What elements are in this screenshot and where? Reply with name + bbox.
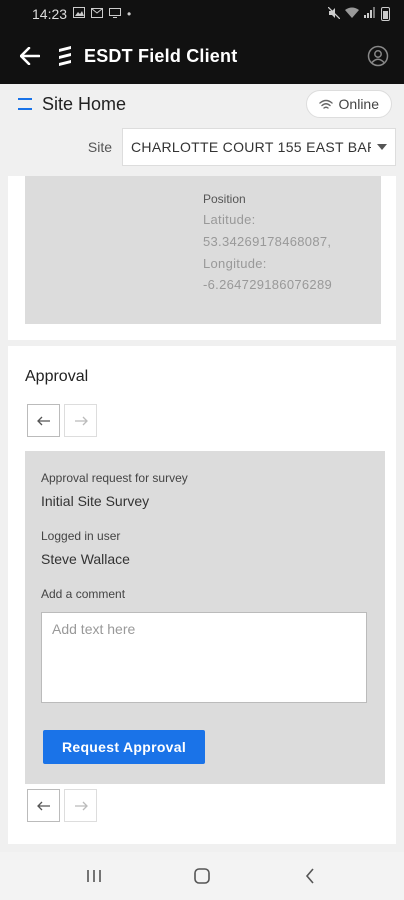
system-navigation-bar <box>0 852 404 900</box>
site-info-card: Position Latitude: 53.34269178468087, Lo… <box>8 176 396 340</box>
back-arrow-icon <box>20 47 40 65</box>
arrow-right-icon <box>74 801 88 810</box>
request-label: Approval request for survey <box>41 471 188 485</box>
site-dropdown[interactable]: CHARLOTTE COURT 155 EAST BAR... <box>122 128 396 166</box>
image-notification-icon <box>73 7 86 21</box>
bottom-pager <box>27 789 97 822</box>
screen-notification-icon <box>109 7 122 21</box>
system-back-button[interactable] <box>290 856 330 896</box>
status-bar: 14:23 • <box>0 0 404 28</box>
position-heading: Position <box>203 192 246 206</box>
top-pager <box>27 404 97 437</box>
online-label: Online <box>338 96 379 112</box>
recent-apps-button[interactable] <box>74 856 114 896</box>
request-approval-button[interactable]: Request Approval <box>43 730 205 764</box>
site-dropdown-value: CHARLOTTE COURT 155 EAST BAR... <box>131 139 371 155</box>
page-title: Site Home <box>42 93 127 114</box>
next-button[interactable] <box>64 404 97 437</box>
profile-button[interactable] <box>364 42 392 70</box>
signal-icon <box>364 7 376 21</box>
position-panel: Position Latitude: 53.34269178468087, Lo… <box>25 176 381 324</box>
approval-card: Approval Approval request for survey Ini… <box>8 346 396 844</box>
user-label: Logged in user <box>41 529 121 543</box>
request-value: Initial Site Survey <box>41 493 150 509</box>
arrow-left-icon <box>36 416 50 425</box>
site-label: Site <box>87 139 112 155</box>
menu-icon[interactable] <box>18 98 32 110</box>
latitude-label: Latitude: <box>203 212 256 227</box>
user-value: Steve Wallace <box>41 551 130 567</box>
mail-notification-icon <box>91 7 104 21</box>
recent-apps-icon <box>87 870 101 882</box>
notification-dot-icon: • <box>127 7 132 21</box>
page-header: Site Home Online <box>0 84 404 124</box>
comment-input[interactable] <box>41 612 367 703</box>
user-profile-icon <box>367 45 389 67</box>
ericsson-logo-icon <box>54 45 76 67</box>
previous-button-bottom[interactable] <box>27 789 60 822</box>
app-bar: ESDT Field Client <box>0 28 404 84</box>
longitude-value: -6.264729186076289 <box>203 277 333 292</box>
site-selector-row: Site CHARLOTTE COURT 155 EAST BAR... <box>0 128 404 166</box>
next-button-bottom[interactable] <box>64 789 97 822</box>
status-time: 14:23 <box>32 6 68 22</box>
arrow-left-icon <box>36 801 50 810</box>
comment-label: Add a comment <box>41 587 126 601</box>
latitude-value: 53.34269178468087, <box>203 234 332 249</box>
wifi-icon <box>345 7 359 21</box>
home-icon <box>194 868 210 884</box>
chevron-left-icon <box>305 868 314 884</box>
app-title: ESDT Field Client <box>84 45 238 66</box>
battery-icon <box>381 7 390 21</box>
mute-icon <box>327 6 341 22</box>
approval-title: Approval <box>25 368 89 385</box>
arrow-right-icon <box>74 416 88 425</box>
previous-button[interactable] <box>27 404 60 437</box>
approval-form: Approval request for survey Initial Site… <box>25 451 385 784</box>
chevron-down-icon <box>377 144 387 150</box>
back-arrow-button[interactable] <box>16 42 44 70</box>
longitude-label: Longitude: <box>203 256 267 271</box>
online-status-button[interactable]: Online <box>305 90 392 118</box>
wifi-icon <box>318 99 333 109</box>
home-button[interactable] <box>182 856 222 896</box>
